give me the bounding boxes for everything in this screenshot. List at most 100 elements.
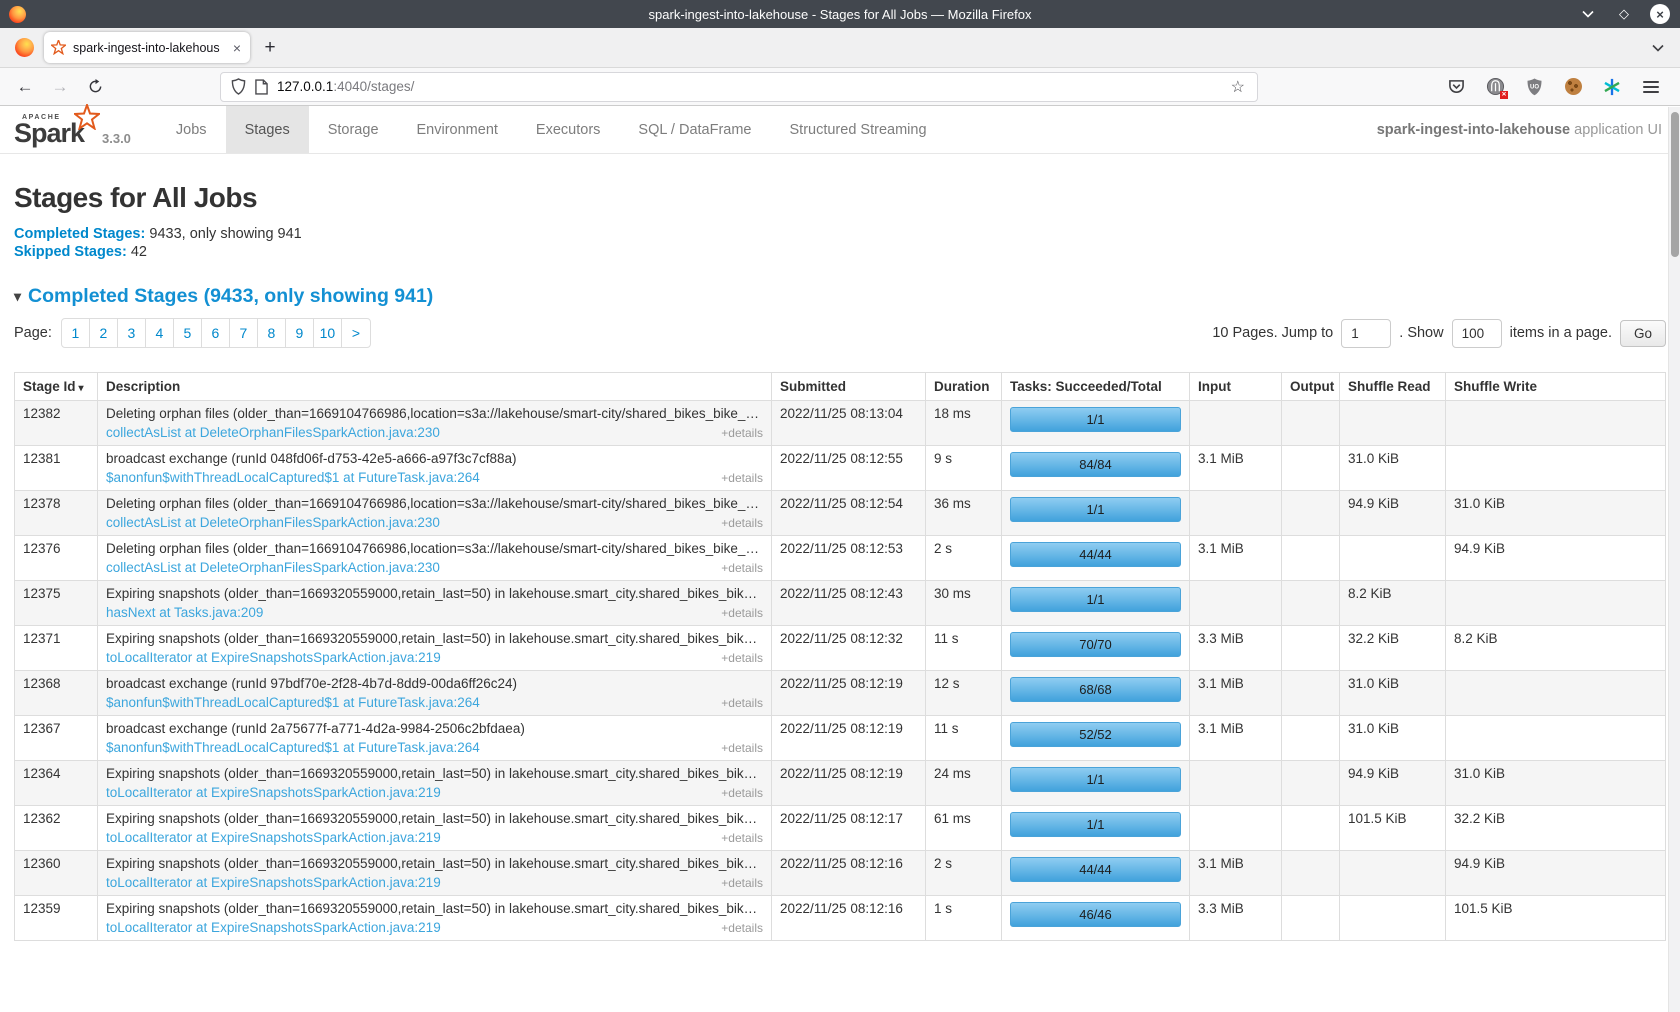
page-button-7[interactable]: 7 — [230, 319, 258, 347]
details-toggle[interactable]: +details — [721, 831, 763, 845]
menu-icon[interactable] — [1640, 76, 1662, 98]
colorful-asterisk-extension-icon[interactable] — [1601, 76, 1623, 98]
stage-callsite-link[interactable]: $anonfun$withThreadLocalCaptured$1 at Fu… — [106, 740, 480, 755]
details-toggle[interactable]: +details — [721, 516, 763, 530]
stage-callsite-link[interactable]: $anonfun$withThreadLocalCaptured$1 at Fu… — [106, 470, 480, 485]
firefox-view-button[interactable] — [10, 34, 38, 62]
nav-item-stages[interactable]: Stages — [226, 106, 309, 153]
privacy-extension-icon[interactable]: ✕ — [1484, 76, 1506, 98]
site-info-icon[interactable] — [255, 79, 268, 95]
stage-description-cell: Expiring snapshots (older_than=166932055… — [98, 851, 772, 896]
stage-id-cell: 12362 — [15, 806, 98, 851]
details-toggle[interactable]: +details — [721, 606, 763, 620]
duration-cell: 1 s — [926, 896, 1002, 941]
stage-id-cell: 12371 — [15, 626, 98, 671]
go-button[interactable]: Go — [1620, 320, 1666, 347]
stage-callsite-link[interactable]: toLocalIterator at ExpireSnapshotsSparkA… — [106, 920, 441, 935]
maximize-button[interactable]: ◇ — [1614, 4, 1634, 24]
pagination-row: Page: 12345678910> 10 Pages. Jump to . S… — [14, 318, 1666, 348]
page-button-9[interactable]: 9 — [286, 319, 314, 347]
column-header-input[interactable]: Input — [1190, 373, 1282, 401]
output-cell — [1282, 806, 1340, 851]
output-cell — [1282, 626, 1340, 671]
page-scrollbar[interactable] — [1668, 107, 1680, 1012]
items-per-page-input[interactable] — [1452, 319, 1502, 348]
stage-row-12381: 12381broadcast exchange (runId 048fd06f-… — [15, 446, 1666, 491]
scrollbar-thumb[interactable] — [1671, 112, 1679, 257]
cookie-extension-icon[interactable] — [1562, 76, 1584, 98]
details-toggle[interactable]: +details — [721, 651, 763, 665]
tasks-progress-bar: 1/1 — [1010, 767, 1181, 792]
back-button[interactable]: ← — [10, 73, 40, 101]
forward-button[interactable]: → — [45, 73, 75, 101]
page-button-5[interactable]: 5 — [174, 319, 202, 347]
output-cell — [1282, 896, 1340, 941]
nav-item-executors[interactable]: Executors — [517, 106, 619, 153]
column-header-shuffle-read[interactable]: Shuffle Read — [1340, 373, 1446, 401]
nav-item-jobs[interactable]: Jobs — [157, 106, 226, 153]
nav-item-environment[interactable]: Environment — [398, 106, 517, 153]
minimize-button[interactable] — [1578, 4, 1598, 24]
bookmark-star-icon[interactable]: ☆ — [1229, 77, 1247, 97]
shield-icon[interactable] — [231, 78, 246, 95]
details-toggle[interactable]: +details — [721, 561, 763, 575]
reload-button[interactable] — [80, 73, 110, 101]
page-button-8[interactable]: 8 — [258, 319, 286, 347]
details-toggle[interactable]: +details — [721, 426, 763, 440]
stage-callsite-link[interactable]: collectAsList at DeleteOrphanFilesSparkA… — [106, 515, 440, 530]
page-next-button[interactable]: > — [342, 319, 370, 347]
page-button-4[interactable]: 4 — [146, 319, 174, 347]
page-button-6[interactable]: 6 — [202, 319, 230, 347]
stage-callsite-link[interactable]: collectAsList at DeleteOrphanFilesSparkA… — [106, 425, 440, 440]
reload-icon — [88, 79, 103, 94]
stage-callsite-link[interactable]: collectAsList at DeleteOrphanFilesSparkA… — [106, 560, 440, 575]
column-header-submitted[interactable]: Submitted — [772, 373, 926, 401]
tasks-progress-bar: 46/46 — [1010, 902, 1181, 927]
stage-callsite-link[interactable]: toLocalIterator at ExpireSnapshotsSparkA… — [106, 650, 441, 665]
spark-star-icon — [74, 104, 100, 130]
tab-close-icon[interactable]: × — [231, 40, 243, 56]
column-header-output[interactable]: Output — [1282, 373, 1340, 401]
details-toggle[interactable]: +details — [721, 696, 763, 710]
page-button-1[interactable]: 1 — [62, 319, 90, 347]
details-toggle[interactable]: +details — [721, 921, 763, 935]
nav-item-structured-streaming[interactable]: Structured Streaming — [771, 106, 946, 153]
column-header-tasks-succeeded-total[interactable]: Tasks: Succeeded/Total — [1002, 373, 1190, 401]
jump-to-page-input[interactable] — [1341, 319, 1391, 348]
details-toggle[interactable]: +details — [721, 786, 763, 800]
new-tab-button[interactable]: + — [256, 34, 284, 62]
details-toggle[interactable]: +details — [721, 876, 763, 890]
stage-callsite-link[interactable]: $anonfun$withThreadLocalCaptured$1 at Fu… — [106, 695, 480, 710]
stage-callsite-link[interactable]: hasNext at Tasks.java:209 — [106, 605, 263, 620]
page-button-2[interactable]: 2 — [90, 319, 118, 347]
details-toggle[interactable]: +details — [721, 471, 763, 485]
stage-description-cell: Deleting orphan files (older_than=166910… — [98, 491, 772, 536]
nav-item-storage[interactable]: Storage — [309, 106, 398, 153]
stage-callsite-link[interactable]: toLocalIterator at ExpireSnapshotsSparkA… — [106, 830, 441, 845]
submitted-cell: 2022/11/25 08:12:17 — [772, 806, 926, 851]
list-all-tabs-button[interactable] — [1644, 34, 1672, 62]
submitted-cell: 2022/11/25 08:12:16 — [772, 851, 926, 896]
stage-callsite-link[interactable]: toLocalIterator at ExpireSnapshotsSparkA… — [106, 785, 441, 800]
tasks-cell: 44/44 — [1002, 851, 1190, 896]
completed-stages-section-toggle[interactable]: ▾ Completed Stages (9433, only showing 9… — [14, 285, 1666, 308]
column-header-duration[interactable]: Duration — [926, 373, 1002, 401]
shuffle-write-cell — [1446, 671, 1666, 716]
page-button-10[interactable]: 10 — [314, 319, 342, 347]
spark-logo[interactable]: APACHE Spark — [14, 106, 92, 153]
stage-callsite-link[interactable]: toLocalIterator at ExpireSnapshotsSparkA… — [106, 875, 441, 890]
details-toggle[interactable]: +details — [721, 741, 763, 755]
url-bar[interactable]: 127.0.0.1:4040/stages/ ☆ — [220, 72, 1258, 102]
ublock-icon[interactable]: UO — [1523, 76, 1545, 98]
nav-item-sql-dataframe[interactable]: SQL / DataFrame — [619, 106, 770, 153]
tasks-cell: 70/70 — [1002, 626, 1190, 671]
column-header-stage-id[interactable]: Stage Id▾ — [15, 373, 98, 401]
items-per-page-label: items in a page. — [1510, 325, 1612, 341]
column-header-description[interactable]: Description — [98, 373, 772, 401]
column-header-shuffle-write[interactable]: Shuffle Write — [1446, 373, 1666, 401]
page-button-3[interactable]: 3 — [118, 319, 146, 347]
close-button[interactable]: × — [1650, 4, 1670, 24]
pocket-icon[interactable] — [1445, 76, 1467, 98]
submitted-cell: 2022/11/25 08:13:04 — [772, 401, 926, 446]
browser-tab[interactable]: spark-ingest-into-lakehous × — [44, 32, 250, 63]
